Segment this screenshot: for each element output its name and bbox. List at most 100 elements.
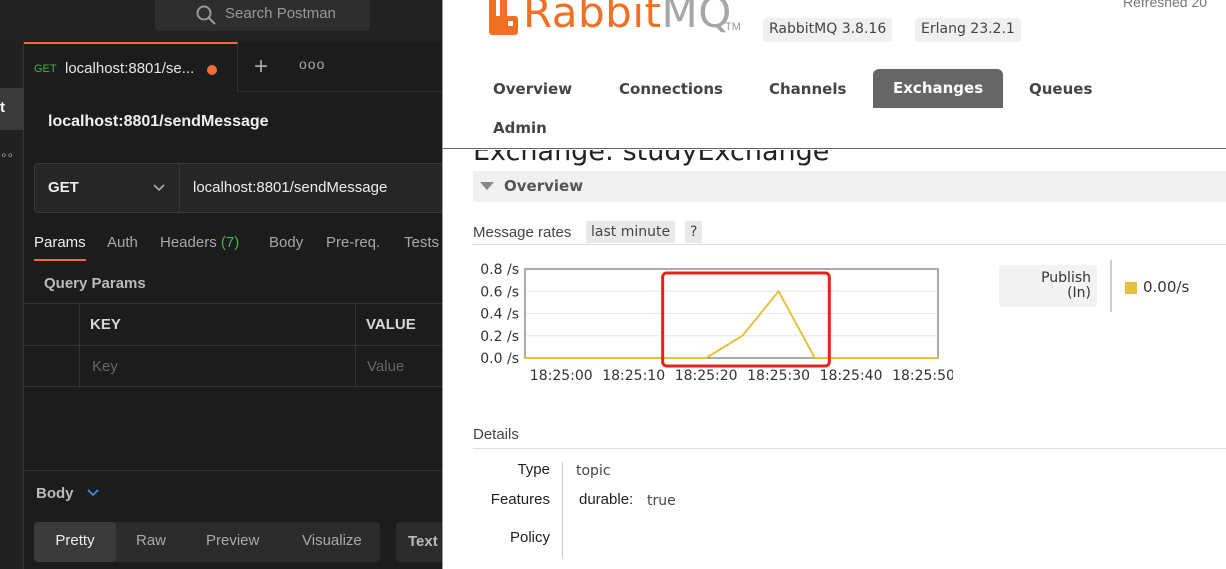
legend-rate-value: 0.00/s — [1143, 278, 1190, 296]
column-divider — [79, 304, 80, 388]
tab-headers[interactable]: Headers (7) — [160, 234, 239, 251]
legend-swatch — [1125, 282, 1137, 294]
features-key: durable: — [579, 491, 634, 508]
table-row: Key Value — [24, 346, 442, 388]
nav-admin[interactable]: Admin — [493, 119, 547, 137]
left-sidebar-strip: t ∘∘ — [0, 42, 24, 569]
logo-rabbit-text: Rabbit — [523, 0, 662, 37]
y-tick-label: 0.2 /s — [480, 329, 519, 345]
main-nav: Overview Connections Channels Exchanges … — [443, 69, 1226, 149]
message-rates-label: Message rates — [473, 224, 572, 241]
headers-count: (7) — [220, 234, 240, 251]
postman-window: Search Postman t ∘∘ GET localhost:8801/s… — [0, 0, 442, 569]
tab-headers-label: Headers — [160, 234, 217, 251]
nav-channels[interactable]: Channels — [769, 80, 846, 98]
chart-svg: 0.8 /s 0.6 /s 0.4 /s 0.2 /s 0.0 /s 18:25:00 18… — [480, 262, 955, 384]
help-button[interactable]: ? — [685, 221, 703, 243]
legend-series-label: Publish (In) — [999, 265, 1097, 307]
chevron-down-icon[interactable] — [86, 486, 100, 500]
unsaved-dot-icon — [207, 65, 217, 75]
y-tick-label: 0.0 /s — [480, 351, 519, 367]
response-body-label[interactable]: Body — [36, 485, 74, 502]
rabbit-logo-icon — [489, 0, 518, 35]
value-input[interactable]: Value — [367, 358, 404, 375]
tab-tests[interactable]: Tests — [404, 234, 439, 251]
rabbitmq-wordmark: RabbitMQ — [523, 0, 732, 37]
view-raw[interactable]: Raw — [136, 532, 166, 549]
url-bar: GET localhost:8801/sendMessage — [34, 163, 442, 213]
chevron-down-icon — [153, 184, 165, 192]
range-selector[interactable]: last minute — [586, 221, 676, 243]
x-tick-label: 18:25:00 — [530, 368, 593, 384]
tab-params[interactable]: Params — [34, 234, 86, 261]
collapse-triangle-icon — [480, 182, 494, 190]
body-view-switcher: Pretty Raw Preview Visualize — [34, 522, 380, 562]
url-input[interactable]: localhost:8801/sendMessage — [193, 179, 387, 196]
nav-overview[interactable]: Overview — [493, 80, 572, 98]
type-label: Type — [517, 461, 550, 478]
legend-divider — [1110, 260, 1112, 312]
data-point — [814, 357, 816, 359]
type-value: topic — [576, 463, 611, 479]
tab-auth[interactable]: Auth — [107, 234, 138, 251]
tab-method: GET — [34, 63, 57, 75]
y-tick-label: 0.4 /s — [480, 307, 519, 323]
section-title: Overview — [504, 177, 584, 195]
message-rates-chart: 0.8 /s 0.6 /s 0.4 /s 0.2 /s 0.0 /s 18:25:00 18… — [473, 256, 955, 396]
data-point — [705, 357, 707, 359]
refreshed-status: Refreshed 20 — [1123, 0, 1208, 10]
view-visualize[interactable]: Visualize — [302, 532, 362, 549]
nav-queues[interactable]: Queues — [1029, 80, 1092, 98]
tab-prereq[interactable]: Pre-req. — [326, 234, 380, 251]
message-rates-header: Message rates last minute ? — [473, 221, 1226, 245]
x-tick-label: 18:25:10 — [602, 368, 665, 384]
data-point — [937, 357, 939, 359]
table-header-row: KEY VALUE — [24, 304, 442, 346]
search-icon — [196, 5, 216, 25]
x-tick-label: 18:25:20 — [675, 368, 738, 384]
erlang-badge: Erlang 23.2.1 — [915, 18, 1021, 42]
key-input[interactable]: Key — [92, 358, 118, 375]
legend-series-subname: (In) — [1067, 285, 1091, 301]
method-value: GET — [48, 179, 79, 196]
highlight-box — [661, 271, 831, 368]
search-placeholder: Search Postman — [225, 5, 336, 22]
search-postman-bar[interactable]: Search Postman — [155, 0, 370, 31]
query-params-heading: Query Params — [44, 275, 146, 292]
logo-mq-text: MQ — [661, 0, 732, 37]
features-value: true — [647, 493, 676, 509]
body-format-select[interactable]: Text — [396, 522, 442, 562]
rabbitmq-management: RabbitMQ TM RabbitMQ 3.8.16 Erlang 23.2.… — [442, 0, 1226, 569]
tab-title: localhost:8801/se... — [65, 60, 195, 77]
tab-body[interactable]: Body — [269, 234, 303, 251]
column-divider — [355, 304, 356, 388]
data-point — [669, 357, 671, 359]
request-tab[interactable]: GET localhost:8801/se... — [24, 42, 238, 92]
request-title[interactable]: localhost:8801/sendMessage — [48, 113, 269, 131]
postman-topbar: Search Postman — [0, 0, 442, 42]
overview-section-header[interactable]: Overview — [473, 171, 1226, 202]
x-tick-label: 18:25:50 — [892, 368, 953, 384]
nav-connections[interactable]: Connections — [619, 80, 723, 98]
response-body-area: Body Pretty Raw Preview Visualize Text — [24, 470, 442, 569]
new-tab-plus-icon[interactable]: + — [254, 53, 268, 81]
view-pretty[interactable]: Pretty — [34, 522, 116, 562]
data-point — [741, 334, 744, 337]
nav-exchanges[interactable]: Exchanges — [873, 69, 1004, 108]
y-tick-label: 0.8 /s — [480, 262, 519, 278]
version-badge: RabbitMQ 3.8.16 — [763, 18, 893, 42]
data-point — [524, 357, 526, 359]
view-preview[interactable]: Preview — [206, 532, 259, 549]
features-label: Features — [490, 491, 550, 508]
tab-more-icon[interactable]: ooo — [299, 56, 325, 72]
x-tick-label: 18:25:40 — [820, 368, 883, 384]
query-params-table: KEY VALUE Key Value — [24, 303, 442, 388]
data-point — [777, 290, 780, 293]
series-line — [525, 289, 938, 359]
data-point — [850, 357, 852, 359]
details-heading: Details — [473, 425, 1226, 449]
method-dropdown[interactable]: GET — [35, 164, 180, 212]
policy-label: Policy — [509, 529, 550, 546]
sidebar-more-icon[interactable]: ∘∘ — [0, 148, 14, 162]
sidebar-active-item[interactable]: t — [0, 88, 24, 130]
